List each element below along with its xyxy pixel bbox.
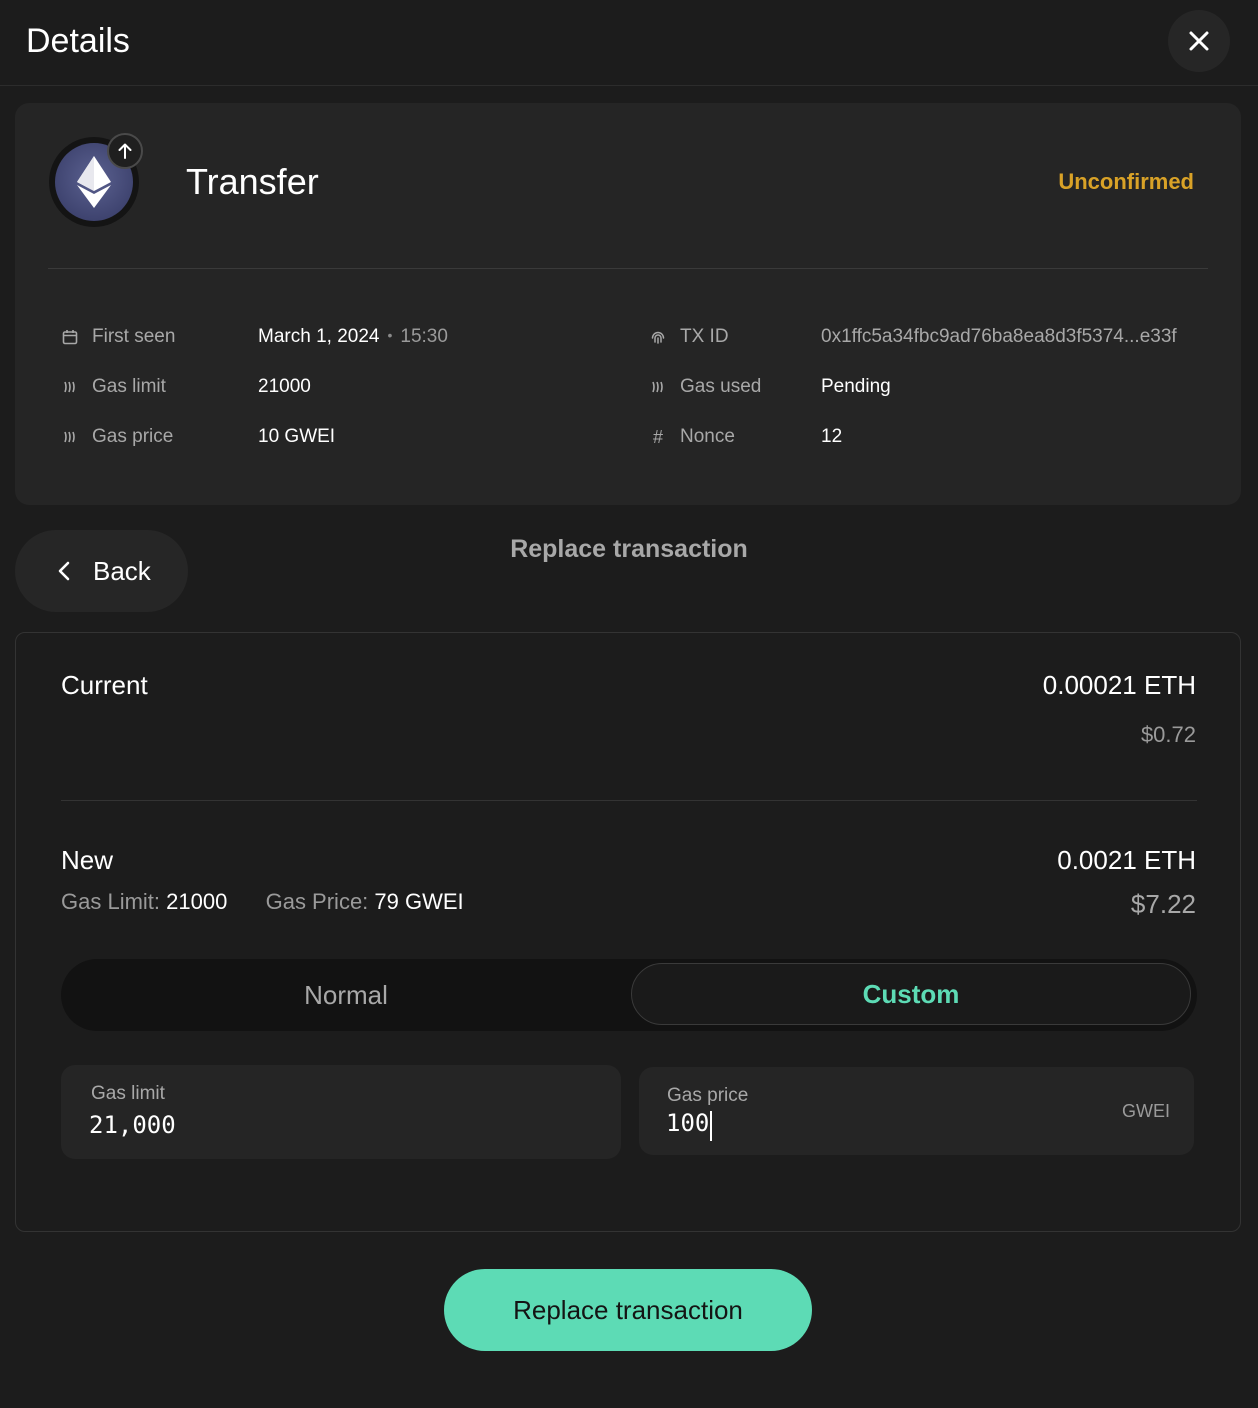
new-gas-price-label: Gas Price: — [265, 889, 369, 914]
back-button[interactable]: Back — [15, 530, 188, 612]
chevron-left-icon — [58, 561, 70, 581]
arrow-up-icon — [118, 143, 132, 159]
tx-id-value[interactable]: 0x1ffc5a34fbc9ad76ba8ea8d3f5374...e33f — [821, 326, 1177, 348]
detail-gas-used: Gas used — [650, 376, 761, 398]
gas-limit-input[interactable] — [89, 1111, 509, 1139]
modal-title: Details — [26, 22, 130, 60]
transaction-type: Transfer — [186, 161, 319, 202]
back-label: Back — [93, 555, 151, 586]
gas-price-unit: GWEI — [1122, 1101, 1170, 1121]
new-label: New — [61, 845, 114, 875]
fingerprint-icon — [651, 331, 665, 344]
gas-limit-field[interactable]: Gas limit — [61, 1065, 621, 1159]
toggle-normal[interactable]: Normal — [61, 959, 631, 1031]
gas-limit-label: Gas limit — [92, 376, 166, 397]
gas-used-label: Gas used — [680, 376, 762, 397]
new-gas-limit-value: 21000 — [166, 889, 228, 914]
divider — [48, 268, 1208, 269]
fee-mode-toggle: Normal Custom — [61, 959, 1197, 1031]
tx-id-hash[interactable]: 0x1ffc5a34fbc9ad76ba8ea8d3f5374...e33f — [821, 326, 1177, 348]
nonce-value: 12 — [821, 426, 843, 447]
gas-used-value: Pending — [821, 376, 891, 397]
gas-icon — [64, 381, 75, 393]
transaction-summary-card: Transfer Unconfirmed First seen March 1,… — [15, 103, 1241, 505]
gas-price-label: Gas price — [92, 426, 174, 447]
modal-header: Details — [0, 0, 1258, 86]
current-fiat: $0.72 — [1140, 722, 1196, 747]
direction-badge — [107, 133, 143, 169]
first-seen-value: March 1, 2024 • 15:30 — [258, 326, 448, 348]
current-amount: 0.00021 ETH — [1042, 670, 1196, 700]
detail-gas-limit: Gas limit — [62, 376, 166, 398]
calendar-icon — [62, 330, 78, 345]
new-fiat: $7.22 — [1130, 889, 1196, 919]
gas-price-input[interactable] — [666, 1109, 1086, 1137]
detail-first-seen: First seen — [62, 326, 175, 348]
gas-icon — [64, 431, 75, 443]
gas-limit-value: 21000 — [258, 376, 311, 397]
gas-price-value: 10 GWEI — [258, 426, 336, 447]
new-gas-limit-label: Gas Limit: — [61, 889, 161, 914]
first-seen-label: First seen — [92, 326, 176, 347]
text-caret — [710, 1111, 712, 1141]
gas-icon — [652, 381, 663, 393]
divider — [61, 800, 1197, 801]
toggle-custom[interactable]: Custom — [631, 963, 1191, 1025]
detail-tx-id: TX ID — [650, 326, 729, 348]
first-seen-time: 15:30 — [400, 326, 448, 347]
first-seen-date: March 1, 2024 — [258, 326, 380, 347]
replace-transaction-button[interactable]: Replace transaction — [444, 1269, 812, 1351]
replace-transaction-card: Current 0.00021 ETH $0.72 New 0.0021 ETH… — [15, 632, 1241, 1232]
close-icon — [1189, 31, 1209, 51]
status-badge: Unconfirmed — [1058, 169, 1194, 194]
section-title: Replace transaction — [510, 535, 748, 563]
gas-price-field[interactable]: Gas price GWEI — [639, 1067, 1194, 1155]
gas-limit-field-label: Gas limit — [91, 1083, 165, 1104]
new-amount: 0.0021 ETH — [1057, 845, 1196, 875]
nonce-label: Nonce — [680, 426, 735, 447]
detail-nonce: # Nonce — [650, 426, 735, 448]
new-fee-breakdown: Gas Limit: 21000 Gas Price: 79 GWEI — [61, 889, 464, 915]
current-label: Current — [61, 670, 148, 700]
detail-gas-price: Gas price — [62, 426, 173, 448]
new-gas-price-value: 79 GWEI — [374, 889, 464, 914]
separator-dot: • — [387, 327, 393, 343]
close-button[interactable] — [1168, 10, 1230, 72]
ethereum-icon — [77, 156, 111, 208]
tx-id-label: TX ID — [680, 326, 729, 347]
hash-icon: # — [652, 426, 663, 447]
gas-price-field-label: Gas price — [667, 1085, 749, 1106]
